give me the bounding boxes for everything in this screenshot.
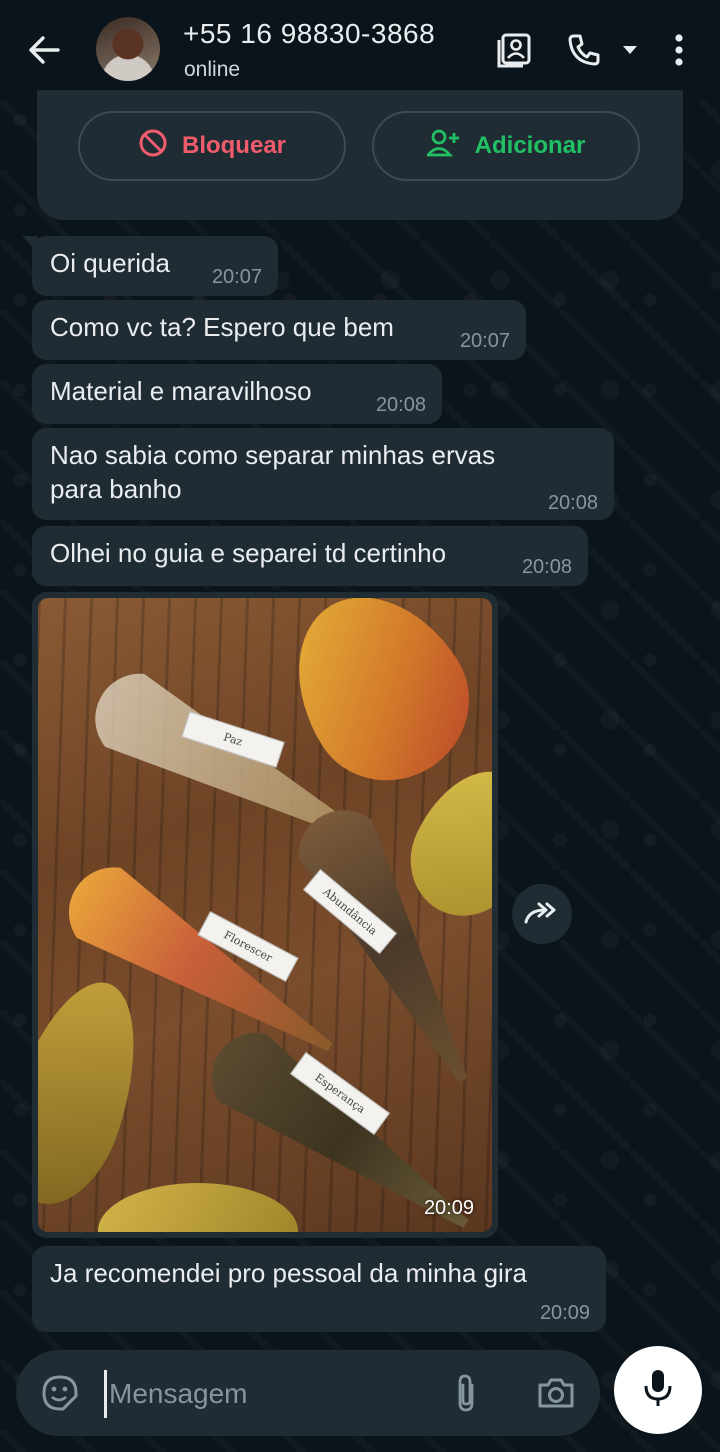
image-message-bubble[interactable]: Paz Florescer Abundância Esperança 20:09 (32, 592, 498, 1238)
message-text: Ja recomendei pro pessoal da minha gira (50, 1258, 527, 1288)
message-text: Oi querida (50, 248, 170, 278)
leaf-shape (38, 966, 161, 1220)
message-bubble[interactable]: Material e maravilhoso 20:08 (32, 364, 442, 424)
chat-header: +55 16 98830-3868 online (0, 0, 720, 100)
mic-icon (643, 1368, 673, 1413)
message-bubble[interactable]: Oi querida 20:07 (22, 236, 278, 296)
herb-bags-photo[interactable]: Paz Florescer Abundância Esperança 20:09 (38, 598, 492, 1232)
attach-icon[interactable] (444, 1371, 488, 1415)
message-text-line: Nao sabia como separar minhas ervas (50, 440, 496, 470)
block-button[interactable]: Bloquear (78, 111, 346, 181)
message-text: Olhei no guia e separei td certinho (50, 538, 447, 568)
add-contact-label: Adicionar (474, 132, 586, 159)
message-time: 20:08 (521, 556, 572, 578)
phone-icon[interactable] (562, 28, 606, 72)
message-time: 20:07 (459, 330, 510, 352)
leaf-shape (391, 751, 492, 935)
message-text: Material e maravilhoso (50, 376, 312, 406)
add-contact-button[interactable]: Adicionar (372, 111, 640, 181)
mic-button[interactable] (614, 1346, 702, 1434)
message-time: 20:09 (423, 1197, 474, 1219)
add-person-icon (424, 128, 461, 165)
leaf-shape (98, 1183, 298, 1232)
message-bubble[interactable]: Olhei no guia e separei td certinho 20:0… (32, 526, 588, 586)
message-bubble[interactable]: Nao sabia como separar minhas ervas para… (32, 428, 614, 520)
message-time: 20:08 (375, 394, 426, 416)
contact-name[interactable]: +55 16 98830-3868 (183, 18, 435, 50)
dropdown-caret-icon[interactable] (616, 28, 644, 72)
bubble-tail (22, 236, 38, 252)
message-composer (16, 1350, 600, 1436)
message-text: Como vc ta? Espero que bem (50, 312, 394, 342)
back-arrow-icon[interactable] (22, 30, 66, 70)
more-vert-icon[interactable] (662, 28, 696, 72)
message-time: 20:07 (211, 266, 262, 288)
message-bubble[interactable]: Como vc ta? Espero que bem 20:07 (32, 300, 526, 360)
forward-icon[interactable] (512, 884, 572, 944)
sticker-icon[interactable] (38, 1371, 82, 1415)
camera-icon[interactable] (534, 1371, 578, 1415)
message-input[interactable] (104, 1370, 411, 1418)
contact-status: online (184, 58, 241, 81)
contact-card-icon[interactable] (492, 28, 536, 72)
message-time: 20:09 (539, 1302, 590, 1324)
message-time: 20:08 (547, 492, 598, 514)
message-text-line: para banho (50, 474, 182, 504)
block-icon (138, 128, 168, 165)
block-label: Bloquear (181, 132, 286, 159)
avatar[interactable] (96, 17, 160, 81)
message-bubble[interactable]: Ja recomendei pro pessoal da minha gira … (32, 1246, 606, 1332)
leaf-shape (261, 598, 492, 810)
